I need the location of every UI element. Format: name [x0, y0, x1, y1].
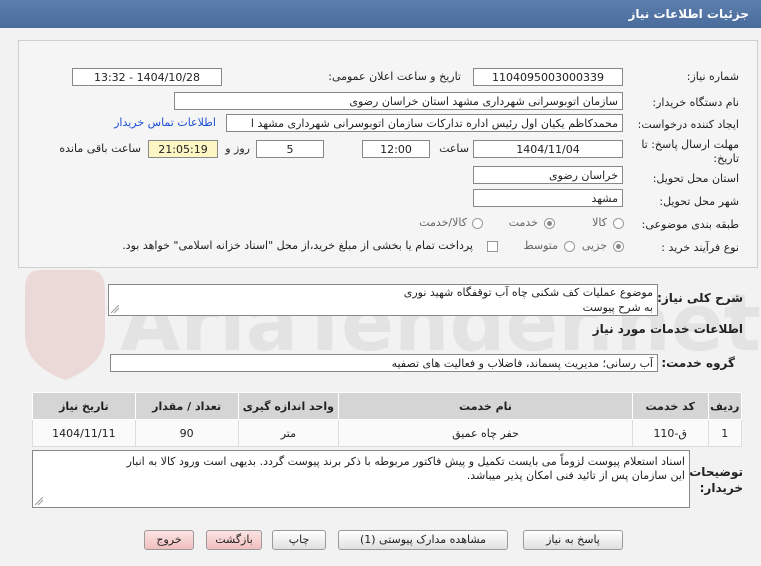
cell-name: حفر چاه عمیق	[338, 419, 633, 447]
service-group-label: گروه خدمت:	[661, 356, 735, 370]
services-table: ردیف کد خدمت نام خدمت واحد اندازه گیری ت…	[32, 392, 743, 447]
category-label: طبقه بندی موضوعی:	[641, 218, 739, 231]
days-label: روز و	[225, 142, 250, 155]
cell-row: 1	[707, 419, 743, 447]
province-field: خراسان رضوی	[473, 166, 623, 184]
services-table-wrapper: ردیف کد خدمت نام خدمت واحد اندازه گیری ت…	[32, 392, 743, 447]
city-field: مشهد	[473, 189, 623, 207]
purchase-option-medium: متوسط	[523, 239, 558, 252]
buyer-notes-label: توضیحات	[689, 465, 743, 479]
category-radio-both[interactable]	[472, 218, 483, 229]
category-option-both: کالا/خدمت	[419, 216, 467, 229]
col-row: ردیف	[707, 392, 743, 420]
need-number-field: 1104095003000339	[473, 68, 623, 86]
print-button[interactable]: چاپ	[272, 530, 326, 550]
page-title: جزئیات اطلاعات نیاز	[628, 7, 749, 21]
announce-label: تاریخ و ساعت اعلان عمومی:	[328, 70, 461, 83]
summary-label: شرح کلی نیاز:	[657, 291, 743, 305]
buyer-label: نام دستگاه خریدار:	[652, 96, 739, 109]
col-name: نام خدمت	[338, 392, 633, 420]
purchase-radio-minor[interactable]	[613, 241, 624, 252]
buyer-notes-label-2: خریدار:	[699, 481, 743, 495]
category-option-service: خدمت	[508, 216, 538, 229]
creator-field: محمدکاظم یکیان اول رئیس اداره تدارکات سا…	[226, 114, 623, 132]
province-label: استان محل تحویل:	[652, 172, 739, 185]
city-label: شهر محل تحویل:	[659, 195, 739, 208]
purchase-type-label: نوع فرآیند خرید :	[661, 241, 739, 254]
exit-button[interactable]: خروج	[144, 530, 194, 550]
col-date: تاریخ نیاز	[32, 392, 136, 420]
cell-unit: متر	[237, 419, 340, 447]
category-radio-service[interactable]	[544, 218, 555, 229]
buyer-notes-line-2: این سازمان پس از تائید فنی امکان پذیر می…	[466, 469, 685, 482]
announce-field: 1404/10/28 - 13:32	[72, 68, 222, 86]
table-row: 1 ق-110 حفر چاه عمیق متر 90 1404/11/11	[32, 419, 743, 447]
purchase-option-minor: جزیی	[581, 239, 607, 252]
buyer-contact-link[interactable]: اطلاعات تماس خریدار	[114, 116, 216, 129]
cell-date: 1404/11/11	[32, 419, 136, 447]
deadline-time-field: 12:00	[362, 140, 430, 158]
deadline-label: مهلت ارسال پاسخ: تا	[641, 138, 739, 151]
service-group-field: آب رسانی؛ مدیریت پسماند، فاضلاب و فعالیت…	[110, 354, 658, 372]
buyer-notes-line-1: اسناد استعلام پیوست لزوماً می بایست تکمی…	[126, 455, 685, 468]
back-button[interactable]: بازگشت	[206, 530, 262, 550]
treasury-note: پرداخت تمام یا بخشی از مبلغ خرید،از محل …	[122, 239, 473, 252]
remaining-time-field: 21:05:19	[148, 140, 218, 158]
services-section-title: اطلاعات خدمات مورد نیاز	[592, 322, 743, 336]
services-table-header: ردیف کد خدمت نام خدمت واحد اندازه گیری ت…	[32, 392, 743, 420]
treasury-checkbox[interactable]	[487, 241, 498, 252]
resize-handle-icon[interactable]	[35, 497, 43, 505]
col-code: کد خدمت	[631, 392, 709, 420]
view-attachments-button[interactable]: مشاهده مدارک پیوستی (1)	[338, 530, 508, 550]
col-unit: واحد اندازه گیری	[237, 392, 340, 420]
buyer-notes-textarea: اسناد استعلام پیوست لزوماً می بایست تکمی…	[32, 450, 690, 508]
category-radio-goods[interactable]	[613, 218, 624, 229]
deadline-label-date: تاریخ:	[713, 152, 739, 165]
watermark-shield-icon	[25, 270, 105, 380]
remaining-label: ساعت باقی مانده	[59, 142, 141, 155]
reply-button[interactable]: پاسخ به نیاز	[523, 530, 623, 550]
days-field: 5	[256, 140, 324, 158]
creator-label: ایجاد کننده درخواست:	[637, 118, 739, 131]
buyer-field: سازمان اتوبوسرانی شهرداری مشهد استان خرا…	[174, 92, 623, 110]
cell-qty: 90	[134, 419, 239, 447]
need-number-label: شماره نیاز:	[686, 70, 739, 83]
category-option-goods: کالا	[592, 216, 607, 229]
summary-line-2: به شرح پیوست	[582, 301, 653, 314]
cell-code: ق-110	[631, 419, 709, 447]
col-qty: تعداد / مقدار	[134, 392, 239, 420]
deadline-date-field: 1404/11/04	[473, 140, 623, 158]
page-header: جزئیات اطلاعات نیاز	[0, 0, 761, 28]
summary-textarea: موضوع عملیات کف شکنی چاه آب توقفگاه شهید…	[108, 284, 658, 316]
summary-line-1: موضوع عملیات کف شکنی چاه آب توقفگاه شهید…	[403, 286, 653, 299]
deadline-time-label: ساعت	[439, 142, 469, 155]
resize-handle-icon[interactable]	[111, 305, 119, 313]
purchase-radio-medium[interactable]	[564, 241, 575, 252]
